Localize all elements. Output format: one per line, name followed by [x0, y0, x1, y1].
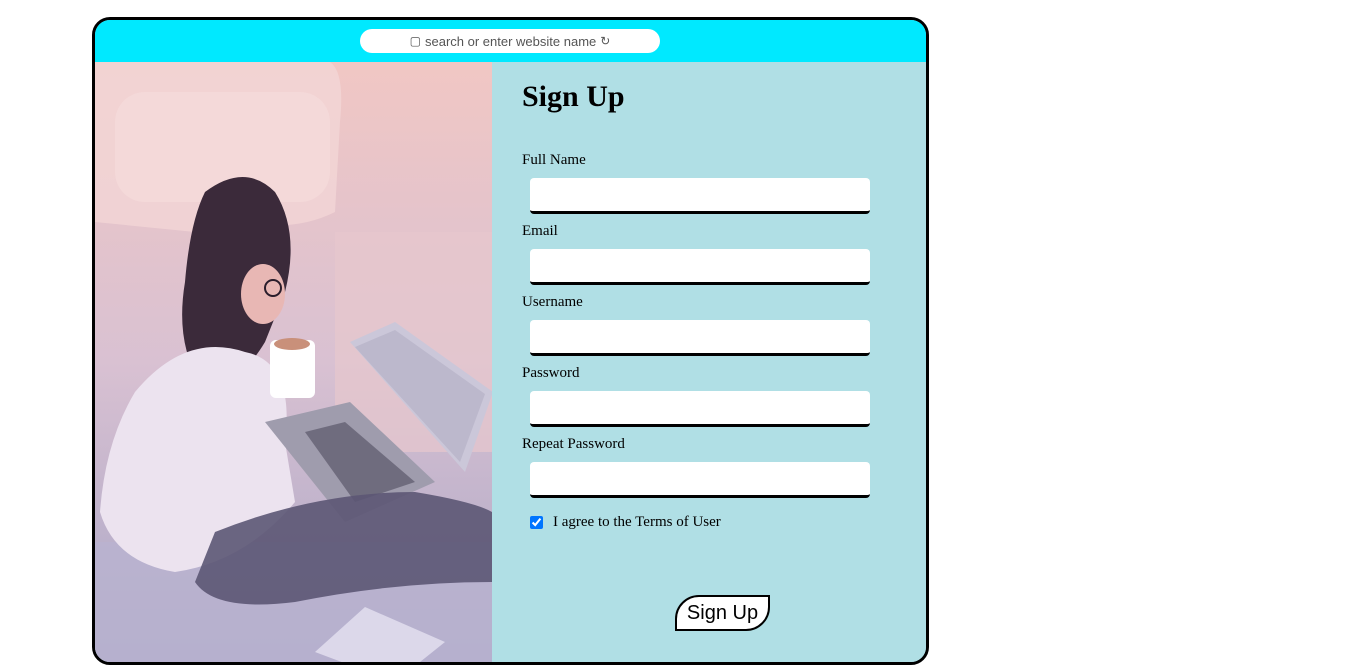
signup-form: Sign Up Full Name Email Username Passwor… [492, 62, 926, 662]
full-name-label: Full Name [522, 152, 586, 168]
terms-label: I agree to the Terms of User [553, 514, 721, 530]
browser-toolbar: ▢ search or enter website name ↻ [95, 20, 926, 62]
username-label: Username [522, 294, 583, 310]
refresh-icon[interactable]: ↻ [600, 34, 610, 48]
username-input[interactable] [530, 320, 870, 356]
address-bar[interactable]: ▢ search or enter website name ↻ [360, 29, 660, 53]
page-title: Sign Up [522, 80, 625, 113]
sign-up-button[interactable]: Sign Up [675, 595, 770, 631]
square-icon: ▢ [409, 34, 421, 48]
terms-checkbox[interactable] [530, 516, 543, 529]
password-input[interactable] [530, 391, 870, 427]
terms-row: I agree to the Terms of User [530, 514, 721, 531]
email-input[interactable] [530, 249, 870, 285]
address-placeholder: search or enter website name [425, 33, 597, 49]
hero-image [95, 62, 492, 662]
repeat-password-label: Repeat Password [522, 436, 625, 452]
repeat-password-input[interactable] [530, 462, 870, 498]
full-name-input[interactable] [530, 178, 870, 214]
browser-window: ▢ search or enter website name ↻ Sign Up… [92, 17, 929, 665]
email-label: Email [522, 223, 558, 239]
password-label: Password [522, 365, 580, 381]
